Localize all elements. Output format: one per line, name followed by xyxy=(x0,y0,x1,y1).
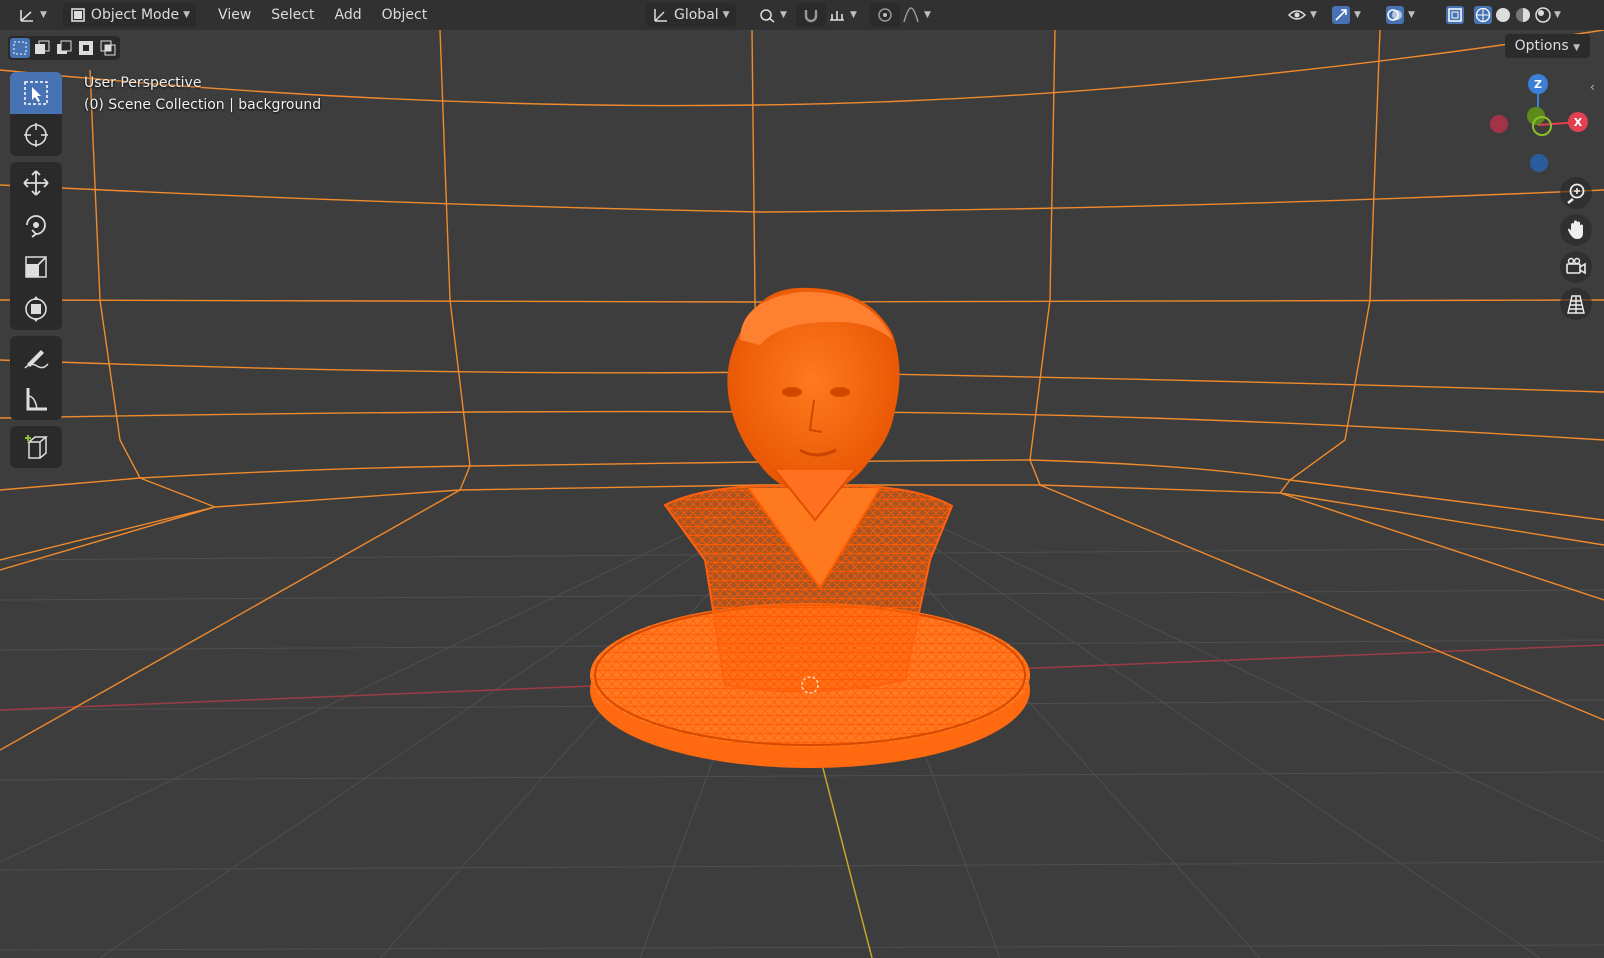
pivot-icon xyxy=(760,9,775,23)
mode-dropdown[interactable]: Object Mode ▼ xyxy=(62,3,197,27)
gizmo-neg-y-axis[interactable] xyxy=(1532,116,1552,136)
overlays-toggle[interactable]: ▼ xyxy=(1380,3,1421,27)
rotate-icon xyxy=(26,215,46,238)
camera-icon xyxy=(1566,257,1586,275)
tool-group-add xyxy=(10,426,62,468)
zoom-icon xyxy=(1567,183,1585,204)
mode-label: Object Mode xyxy=(90,7,180,23)
shading-modes: ▼ xyxy=(1468,3,1567,27)
3d-viewport[interactable] xyxy=(0,0,1604,958)
snap-increment-icon xyxy=(830,11,844,21)
menu-object[interactable]: Object xyxy=(372,4,438,26)
selection-mode-group xyxy=(8,36,120,60)
sidebar-toggle[interactable]: ‹ xyxy=(1590,80,1595,94)
orientation-label: Global xyxy=(674,7,719,23)
select-extend-icon[interactable] xyxy=(32,38,52,58)
perspective-label: User Perspective xyxy=(84,75,202,91)
grid-perspective-icon xyxy=(1567,295,1585,314)
gizmo-icon xyxy=(1332,6,1350,24)
gizmo-neg-z-axis[interactable] xyxy=(1530,154,1548,172)
chevron-left-icon: ‹ xyxy=(1590,80,1595,94)
measure-tool[interactable] xyxy=(10,378,62,420)
editor-type-button[interactable]: ▼ xyxy=(12,3,53,27)
select-box-tool[interactable] xyxy=(10,72,62,114)
xray-icon xyxy=(1446,6,1464,24)
cursor-tool[interactable] xyxy=(10,114,62,156)
chevron-down-icon: ▼ xyxy=(850,10,857,20)
zoom-button[interactable] xyxy=(1560,177,1592,209)
measure-ruler-icon xyxy=(26,388,47,411)
add-cube-tool[interactable] xyxy=(10,426,62,468)
solid-shading-icon[interactable] xyxy=(1494,6,1512,24)
collection-label: (0) Scene Collection | background xyxy=(84,97,322,113)
chevron-down-icon: ▼ xyxy=(183,10,191,20)
scale-icon xyxy=(25,256,47,278)
eye-icon xyxy=(1288,10,1306,20)
select-intersect-icon[interactable] xyxy=(98,38,118,58)
magnet-icon xyxy=(804,10,818,23)
viewport-header: ▼ Object Mode ▼ View Select Add Object G… xyxy=(0,0,1604,30)
transform-icon xyxy=(25,296,47,322)
menu-add[interactable]: Add xyxy=(324,4,371,26)
select-box-icon xyxy=(24,81,48,105)
move-icon xyxy=(23,170,49,196)
camera-view-button[interactable] xyxy=(1560,251,1592,283)
chevron-down-icon: ▼ xyxy=(722,10,730,20)
gizmo-toggle[interactable]: ▼ xyxy=(1326,3,1367,27)
rotate-tool[interactable] xyxy=(10,204,62,246)
chevron-down-icon: ▼ xyxy=(40,10,47,20)
axes-editor-icon xyxy=(20,10,33,22)
annotate-tool[interactable] xyxy=(10,336,62,378)
tool-shelf xyxy=(10,72,62,474)
menu-view[interactable]: View xyxy=(208,4,261,26)
falloff-curve-icon xyxy=(903,7,919,23)
gizmo-x-axis[interactable]: X xyxy=(1568,112,1588,132)
transform-orientation-icon xyxy=(654,9,667,22)
tool-group-annotate xyxy=(10,336,62,420)
transform-tool[interactable] xyxy=(10,288,62,330)
options-dropdown[interactable]: Options ▼ xyxy=(1504,34,1590,58)
options-label: Options xyxy=(1514,38,1569,54)
falloff-dropdown[interactable]: ▼ xyxy=(896,3,937,27)
tool-group-transform xyxy=(10,162,62,330)
navigation-gizmo[interactable]: Z X xyxy=(1480,70,1590,180)
cursor-icon xyxy=(24,123,48,147)
tool-group-select xyxy=(10,72,62,156)
orientation-dropdown[interactable]: Global ▼ xyxy=(646,3,736,27)
pan-button[interactable] xyxy=(1560,214,1592,246)
chevron-down-icon[interactable]: ▼ xyxy=(1554,10,1561,20)
snap-target-dropdown[interactable]: ▼ xyxy=(822,3,863,27)
material-shading-icon[interactable] xyxy=(1514,6,1532,24)
chevron-down-icon: ▼ xyxy=(924,10,931,20)
annotate-pencil-icon xyxy=(24,350,49,369)
gizmo-z-axis[interactable]: Z xyxy=(1528,74,1548,94)
wireframe-shading-icon[interactable] xyxy=(1474,6,1492,24)
chevron-down-icon: ▼ xyxy=(1573,43,1580,53)
chevron-down-icon: ▼ xyxy=(1408,10,1415,20)
rendered-shading-icon[interactable] xyxy=(1534,6,1552,24)
object-mode-icon xyxy=(71,8,85,22)
gizmo-x-label: X xyxy=(1573,115,1583,129)
visibility-dropdown[interactable]: ▼ xyxy=(1282,3,1323,27)
select-new-icon[interactable] xyxy=(10,38,30,58)
add-cube-icon xyxy=(25,435,49,459)
chevron-down-icon: ▼ xyxy=(780,10,787,20)
gizmo-z-label: Z xyxy=(1534,77,1542,91)
pivot-point-button[interactable]: ▼ xyxy=(752,3,793,27)
hand-icon xyxy=(1568,220,1583,239)
gizmo-neg-x-axis[interactable] xyxy=(1490,115,1508,133)
ortho-toggle-button[interactable] xyxy=(1560,288,1592,320)
select-subtract-icon[interactable] xyxy=(54,38,74,58)
chevron-down-icon: ▼ xyxy=(1354,10,1361,20)
chevron-down-icon: ▼ xyxy=(1310,10,1317,20)
xray-toggle[interactable] xyxy=(1440,3,1470,27)
scale-tool[interactable] xyxy=(10,246,62,288)
menu-select[interactable]: Select xyxy=(261,4,324,26)
move-tool[interactable] xyxy=(10,162,62,204)
viewport-info: User Perspective (0) Scene Collection | … xyxy=(84,72,321,116)
select-invert-icon[interactable] xyxy=(76,38,96,58)
overlays-icon xyxy=(1386,6,1404,24)
proportional-edit-icon xyxy=(878,8,892,22)
